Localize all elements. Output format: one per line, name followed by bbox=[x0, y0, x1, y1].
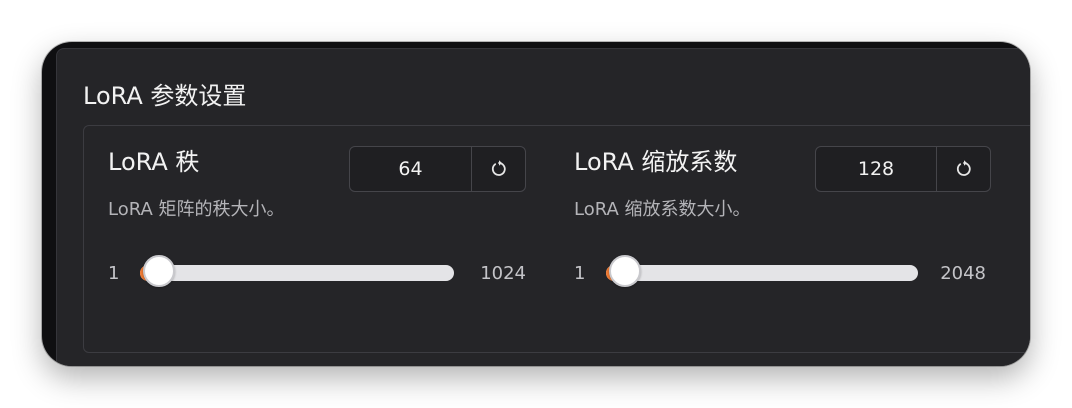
lora-settings-panel: LoRA 参数设置 LoRA 秩 LoRA 矩阵的秩大小。 1 bbox=[56, 48, 1030, 366]
rank-input[interactable] bbox=[350, 147, 471, 191]
reset-icon bbox=[956, 160, 971, 176]
scale-max-label: 2048 bbox=[940, 263, 986, 284]
scale-input[interactable] bbox=[816, 147, 936, 191]
rank-max-label: 1024 bbox=[480, 263, 526, 284]
scale-slider-thumb[interactable] bbox=[609, 255, 642, 287]
setting-description: LoRA 矩阵的秩大小。 bbox=[108, 199, 285, 220]
panel-title: LoRA 参数设置 bbox=[83, 82, 247, 110]
scale-min-label: 1 bbox=[574, 263, 586, 284]
lora-settings-window: LoRA 参数设置 LoRA 秩 LoRA 矩阵的秩大小。 1 bbox=[42, 42, 1030, 366]
rank-reset-button[interactable] bbox=[471, 147, 525, 191]
reset-icon bbox=[491, 160, 506, 176]
setting-lora-scale: LoRA 缩放系数 LoRA 缩放系数大小。 1 20 bbox=[574, 126, 994, 326]
rank-slider-thumb[interactable] bbox=[143, 255, 176, 287]
rank-min-label: 1 bbox=[108, 263, 120, 284]
rank-slider[interactable] bbox=[140, 255, 454, 287]
scale-reset-button[interactable] bbox=[936, 147, 990, 191]
setting-lora-rank: LoRA 秩 LoRA 矩阵的秩大小。 1 1024 bbox=[108, 126, 528, 326]
scale-slider[interactable] bbox=[606, 255, 918, 287]
setting-description: LoRA 缩放系数大小。 bbox=[574, 199, 751, 220]
rank-number-box bbox=[349, 146, 526, 192]
settings-group: LoRA 秩 LoRA 矩阵的秩大小。 1 1024 bbox=[83, 125, 1030, 353]
setting-title: LoRA 秩 bbox=[108, 148, 200, 176]
scale-number-box bbox=[815, 146, 991, 192]
setting-title: LoRA 缩放系数 bbox=[574, 148, 738, 176]
